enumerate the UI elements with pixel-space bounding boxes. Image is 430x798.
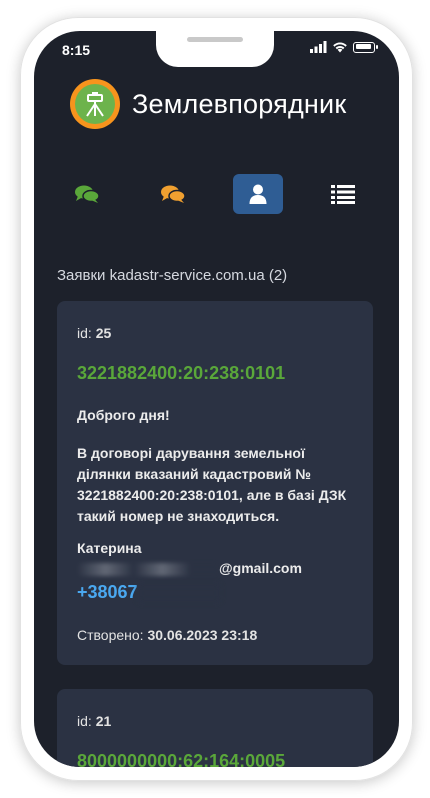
sender-phone[interactable]: +38067	[77, 582, 220, 603]
redacted-phone	[137, 584, 220, 603]
sender-email[interactable]: @gmail.com	[77, 560, 302, 576]
speaker-grille	[187, 37, 243, 42]
user-icon	[249, 184, 267, 204]
cadastral-number[interactable]: 8000000000:62:164:0005	[77, 751, 285, 767]
notch	[156, 31, 274, 67]
list-icon	[331, 185, 355, 204]
battery-icon	[353, 41, 378, 53]
created-date: Створено: 30.06.2023 23:18	[77, 627, 258, 643]
nav-list[interactable]	[318, 174, 368, 214]
theodolite-icon	[86, 92, 104, 117]
message-greeting: Доброго дня!	[77, 407, 170, 423]
signal-icon	[310, 41, 327, 53]
comments-orange-icon	[161, 185, 186, 203]
comments-green-icon	[75, 185, 100, 203]
nav-user[interactable]	[233, 174, 283, 214]
request-id: id: 25	[77, 325, 112, 341]
section-title: Заявки kadastr-service.com.ua (2)	[57, 267, 288, 284]
request-card[interactable]: id: 25 3221882400:20:238:0101 Доброго дн…	[57, 301, 373, 665]
nav-comments-green[interactable]	[62, 174, 112, 214]
nav-comments-orange[interactable]	[148, 174, 198, 214]
app-logo	[70, 79, 120, 129]
phone-frame: 8:15 Землевпорядник Заявки kadastr-servi…	[20, 17, 413, 781]
message-body: В договорі дарування земельної ділянки в…	[77, 445, 347, 524]
sender-name: Катерина	[77, 540, 142, 556]
app-title: Землевпорядник	[132, 88, 347, 119]
wifi-icon	[333, 42, 347, 53]
request-id: id: 21	[77, 713, 112, 729]
app-header: Землевпорядник	[70, 79, 346, 129]
status-icons	[310, 41, 378, 53]
nav-bar	[34, 174, 399, 218]
request-card[interactable]: id: 21 8000000000:62:164:0005	[57, 689, 373, 767]
status-time: 8:15	[62, 42, 91, 58]
cadastral-number[interactable]: 3221882400:20:238:0101	[77, 363, 285, 384]
redacted-email	[77, 562, 219, 576]
app-screen: 8:15 Землевпорядник Заявки kadastr-servi…	[34, 31, 399, 767]
